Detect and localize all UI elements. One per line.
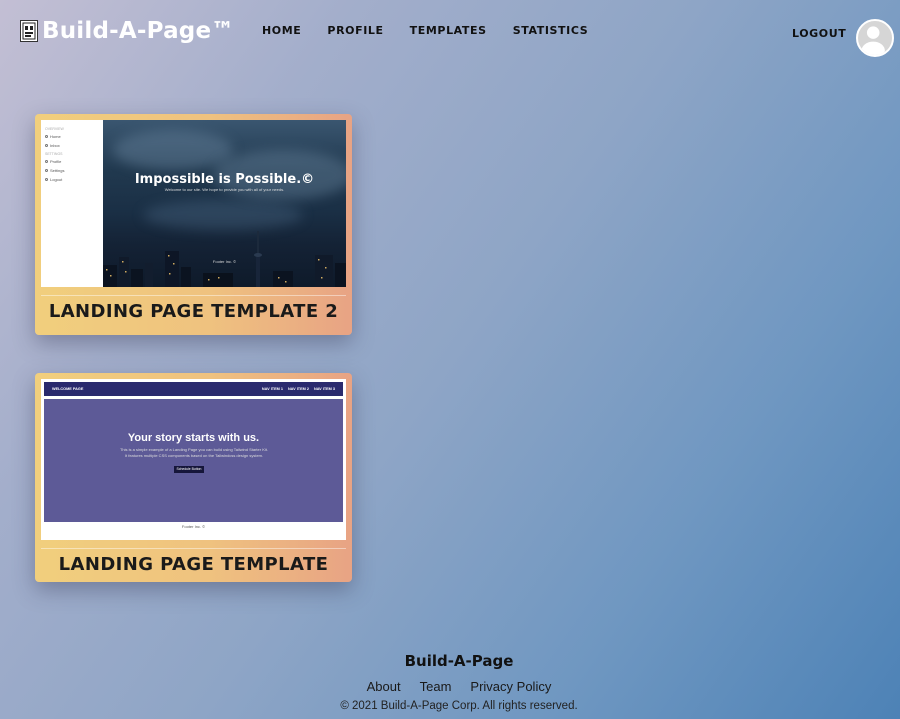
nav-templates[interactable]: TEMPLATES	[410, 24, 487, 37]
template-card-landing-page-2[interactable]: OVERVIEW Home Inbox SETTINGS Profile Set…	[35, 114, 352, 335]
logo[interactable]: Build-A-Page™	[20, 18, 234, 44]
main-nav: HOME PROFILE TEMPLATES STATISTICS	[262, 24, 588, 37]
preview-navbar: WELCOME PAGE NAV ITEM 1 NAV ITEM 2 NAV I…	[44, 382, 343, 396]
footer-link-team[interactable]: Team	[420, 679, 452, 694]
nav-profile[interactable]: PROFILE	[327, 24, 383, 37]
nav-home[interactable]: HOME	[262, 24, 301, 37]
copyright: © 2021 Build-A-Page Corp. All rights res…	[340, 700, 578, 712]
template-title: LANDING PAGE TEMPLATE 2	[41, 295, 346, 322]
logo-icon	[20, 20, 38, 42]
preview-hero-image: Impossible is Possible.© Welcome to our …	[103, 120, 346, 287]
preview-sidebar: OVERVIEW Home Inbox SETTINGS Profile Set…	[41, 120, 103, 287]
preview-hero: Your story starts with us. This is a sim…	[44, 399, 343, 522]
footer-link-privacy[interactable]: Privacy Policy	[470, 679, 551, 694]
nav-statistics[interactable]: STATISTICS	[513, 24, 589, 37]
footer-brand: Build-A-Page	[404, 652, 514, 670]
preview-button: Schedule Button	[174, 466, 204, 473]
preview-nav-item: NAV ITEM 2	[287, 387, 309, 391]
city-skyline	[103, 231, 346, 287]
preview-nav-item: NAV ITEM 3	[313, 387, 335, 391]
preview-heading: Your story starts with us.	[127, 432, 260, 444]
template-card-landing-page[interactable]: WELCOME PAGE NAV ITEM 1 NAV ITEM 2 NAV I…	[35, 373, 352, 582]
preview-subtext: Welcome to our site. We hope to provide …	[164, 187, 285, 192]
template-preview: OVERVIEW Home Inbox SETTINGS Profile Set…	[41, 120, 346, 287]
logo-text: Build-A-Page™	[42, 18, 235, 44]
preview-heading: Impossible is Possible.©	[134, 172, 315, 187]
preview-footer: Footer Inc. ©	[212, 259, 237, 264]
logout-button[interactable]: LOGOUT	[792, 27, 846, 40]
user-icon	[861, 26, 885, 55]
template-title: LANDING PAGE TEMPLATE	[41, 548, 346, 575]
template-preview: WELCOME PAGE NAV ITEM 1 NAV ITEM 2 NAV I…	[41, 379, 346, 540]
page-footer: Build-A-Page About Team Privacy Policy ©…	[0, 652, 900, 712]
preview-nav-brand: WELCOME PAGE	[52, 387, 84, 391]
footer-link-about[interactable]: About	[367, 679, 401, 694]
preview-footer: Footer Inc. ©	[181, 524, 206, 529]
footer-links: About Team Privacy Policy	[18, 679, 900, 694]
preview-nav-item: NAV ITEM 1	[261, 387, 283, 391]
preview-paragraph: This is a simple example of a Landing Pa…	[119, 447, 268, 458]
avatar[interactable]	[856, 19, 894, 57]
